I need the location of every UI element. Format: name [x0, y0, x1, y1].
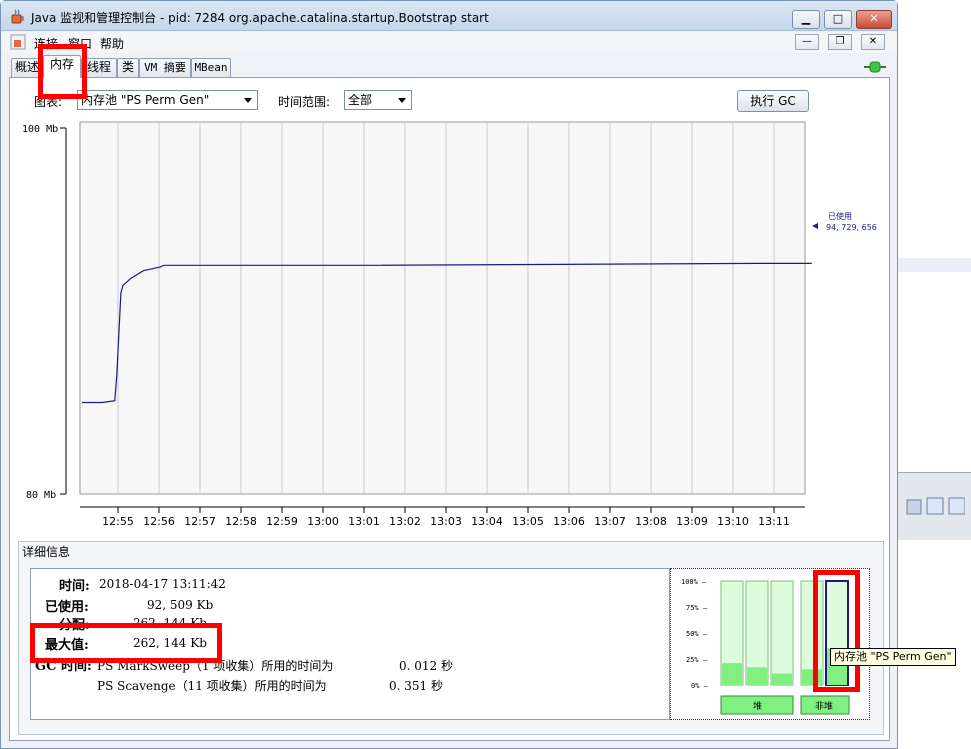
nonheap-label: 非堆: [815, 700, 833, 712]
detail-gc2-text: PS Scavenge（11 项收集）所用的时间为: [97, 679, 327, 693]
x-tick-label: 13:07: [594, 515, 626, 528]
minimize-icon: ▁: [801, 12, 811, 25]
x-tick-label: 12:59: [266, 515, 298, 528]
pool-bar-level: [772, 673, 792, 685]
x-tick-label: 13:05: [512, 515, 544, 528]
bar-tooltip: 内存池 "PS Perm Gen": [830, 648, 956, 666]
minimize-button[interactable]: ▁: [792, 10, 820, 29]
java-coffee-icon: [11, 9, 24, 24]
detail-gc1-value: 0. 012 秒: [399, 659, 453, 673]
x-tick-label: 13:00: [307, 515, 339, 528]
plot-area: [79, 121, 806, 495]
close-icon: ✕: [868, 36, 878, 47]
pool-bar-level: [722, 663, 742, 685]
highlight-perm-gen-bar: [813, 570, 860, 692]
x-tick-label: 13:01: [348, 515, 380, 528]
close-button[interactable]: ✕: [856, 10, 892, 29]
tab-threads-label: 线程: [86, 60, 111, 74]
details-title: 详细信息: [22, 543, 71, 560]
pool-bar-level: [747, 667, 767, 685]
heap-label: 堆: [753, 701, 762, 712]
y-max-label: 100 Mb: [22, 124, 58, 135]
tab-memory-label: 内存: [49, 57, 74, 71]
x-tick-label: 12:58: [225, 515, 257, 528]
close-icon: ✕: [869, 12, 879, 25]
x-tick-label: 13:04: [471, 515, 503, 528]
x-tick-label: 13:06: [553, 515, 585, 528]
x-tick-label: 12:57: [184, 515, 216, 528]
tab-classes-label: 类: [121, 60, 134, 74]
tab-overview-label: 概述: [14, 60, 39, 74]
legend-series-name: 已使用: [828, 211, 852, 221]
background-strip-top: [898, 258, 971, 272]
x-tick-label: 12:55: [102, 515, 134, 528]
menu-help[interactable]: 帮助: [100, 35, 124, 52]
app-menu-icon[interactable]: [10, 34, 26, 50]
x-tick-label: 12:56: [143, 515, 175, 528]
tab-memory[interactable]: 内存: [43, 55, 81, 78]
x-tick-label: 13:02: [389, 515, 421, 528]
x-tick-label: 13:09: [676, 515, 708, 528]
x-tick-label: 13:10: [717, 515, 749, 528]
x-ticks: 12:55 12:56 12:57 12:58 12:59 13:00 13:01 13:02…: [102, 507, 790, 528]
tab-mbean-label: MBean: [194, 61, 228, 74]
toolbar-icons: [906, 497, 966, 515]
restore-icon: ❐: [835, 36, 845, 47]
pool-bar[interactable]: [770, 580, 794, 686]
legend-series-value: 94, 729, 656: [826, 223, 877, 232]
x-tick-label: 13:03: [430, 515, 462, 528]
background-toolbar-icons: [905, 496, 966, 518]
connection-status-icon: [864, 61, 886, 73]
tab-mbean[interactable]: MBean: [191, 58, 231, 77]
tab-vm-summary[interactable]: VM 摘要: [139, 58, 191, 77]
window-title: Java 监视和管理控制台 - pid: 7284 org.apache.cat…: [31, 11, 489, 25]
bar-tick-50: 50% —: [686, 630, 708, 638]
tab-classes[interactable]: 类: [117, 58, 139, 77]
bar-tick-0: 0% —: [691, 682, 709, 690]
highlight-max-value: [30, 623, 222, 663]
memory-chart: 100 Mb 80 Mb 12:55 12:56 12:57 12:58 12:59 13…: [22, 121, 877, 528]
detail-time-label: 时间:: [59, 579, 90, 594]
inner-close-button[interactable]: ✕: [861, 34, 885, 50]
detail-time-value: 2018-04-17 13:11:42: [99, 577, 226, 591]
tab-vm-summary-label: VM 摘要: [144, 61, 186, 74]
inner-minimize-button[interactable]: —: [795, 34, 819, 50]
bar-tick-100: 100% —: [681, 578, 707, 586]
legend-marker: [812, 223, 818, 229]
detail-used-value: 92, 509 Kb: [147, 598, 214, 612]
maximize-button[interactable]: □: [824, 10, 852, 29]
maximize-icon: □: [832, 12, 844, 25]
x-tick-label: 13:08: [635, 515, 667, 528]
minimize-icon: —: [802, 36, 812, 47]
tab-bar: 概述 内存 线程 类 VM 摘要 MBean: [2, 55, 897, 78]
bar-tick-25: 25% —: [686, 656, 708, 664]
x-tick-label: 13:11: [758, 515, 790, 528]
inner-restore-button[interactable]: ❐: [828, 34, 852, 50]
y-min-label: 80 Mb: [26, 490, 56, 501]
bar-tick-75: 75% —: [686, 604, 708, 612]
title-bar: Java 监视和管理控制台 - pid: 7284 org.apache.cat…: [1, 1, 897, 31]
menu-bar: 连接 窗口 帮助 — ❐ ✕: [2, 32, 897, 53]
detail-gc2-value: 0. 351 秒: [389, 679, 443, 693]
detail-used-label: 已使用:: [45, 600, 89, 615]
